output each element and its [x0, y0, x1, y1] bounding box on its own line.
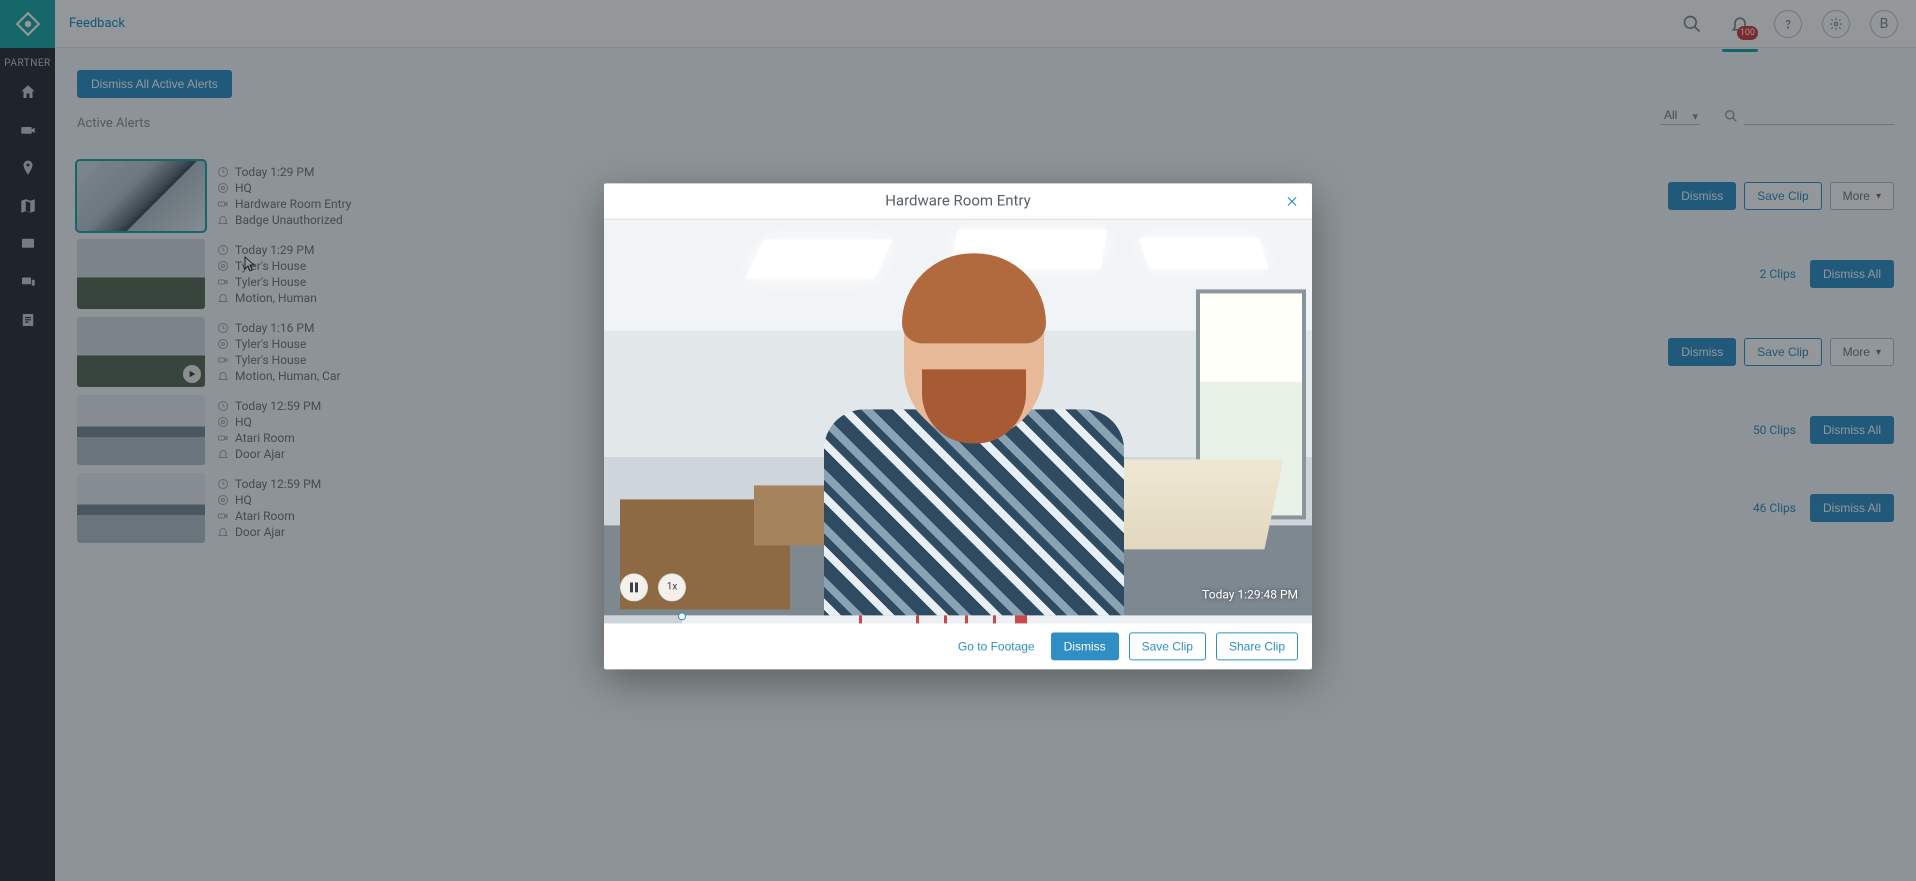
- video-timeline[interactable]: [604, 615, 1312, 623]
- video-controls: 1x: [620, 573, 686, 601]
- timeline-event-mark[interactable]: [1015, 615, 1027, 623]
- dialog-save-clip-button[interactable]: Save Clip: [1129, 632, 1206, 660]
- dialog-dismiss-button[interactable]: Dismiss: [1051, 632, 1119, 660]
- timeline-handle[interactable]: [678, 612, 686, 620]
- timeline-event-mark[interactable]: [944, 615, 947, 623]
- go-to-footage-link[interactable]: Go to Footage: [952, 633, 1041, 659]
- timeline-progress: [604, 615, 682, 623]
- video-player[interactable]: 1x Today 1:29:48 PM: [604, 219, 1312, 615]
- timeline-event-mark[interactable]: [993, 615, 996, 623]
- playback-speed-label: 1x: [667, 581, 678, 592]
- video-timestamp: Today 1:29:48 PM: [1202, 587, 1298, 601]
- pause-button[interactable]: [620, 573, 648, 601]
- playback-speed-button[interactable]: 1x: [658, 573, 686, 601]
- timeline-event-mark[interactable]: [965, 615, 968, 623]
- dialog-header: Hardware Room Entry: [604, 183, 1312, 219]
- dialog-share-clip-button[interactable]: Share Clip: [1216, 632, 1298, 660]
- timeline-event-mark[interactable]: [859, 615, 862, 623]
- timeline-event-mark[interactable]: [916, 615, 919, 623]
- close-icon[interactable]: [1282, 191, 1302, 211]
- pause-icon: [629, 582, 639, 592]
- dialog-footer: Go to Footage Dismiss Save Clip Share Cl…: [604, 623, 1312, 669]
- dialog-title: Hardware Room Entry: [885, 191, 1031, 209]
- video-dialog: Hardware Room Entry 1x Today 1:29: [604, 183, 1312, 669]
